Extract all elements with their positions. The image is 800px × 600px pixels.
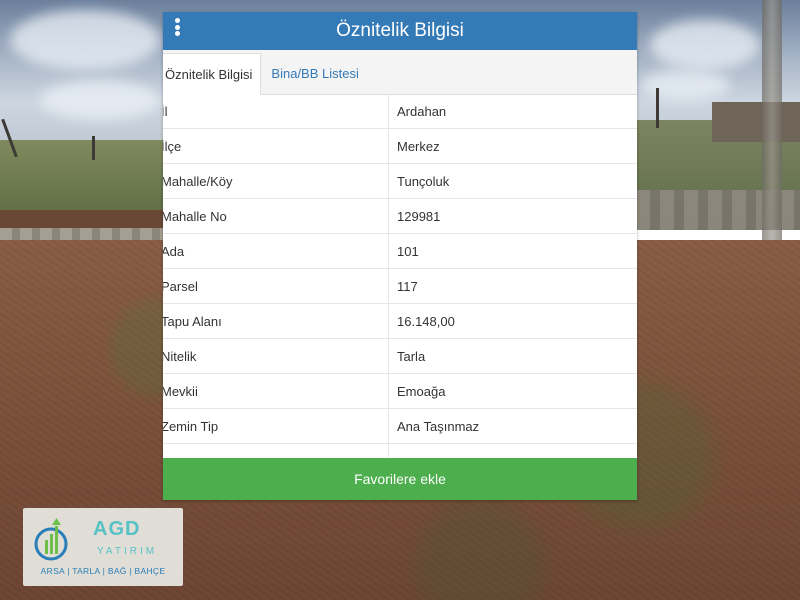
- hill-left: [0, 140, 170, 220]
- kebab-menu-icon[interactable]: [169, 16, 185, 38]
- cloud: [640, 70, 730, 100]
- add-to-favorites-button[interactable]: Favorilere ekle: [163, 458, 637, 500]
- company-logo: AGD YATIRIM ARSA | TARLA | BAĞ | BAHÇE: [23, 508, 183, 586]
- attribute-value: [389, 444, 637, 458]
- table-row: Nitelik Tarla: [163, 339, 637, 374]
- attribute-panel: Öznitelik Bilgisi Öznitelik Bilgisi Bina…: [163, 12, 637, 500]
- table-row: Mahalle/Köy Tunçoluk: [163, 164, 637, 199]
- power-pole: [656, 88, 659, 128]
- tab-building-list[interactable]: Bina/BB Listesi: [261, 52, 366, 94]
- attribute-key: İl: [163, 94, 389, 128]
- attribute-value: Ardahan: [397, 103, 447, 119]
- logo-subtitle: YATIRIM: [97, 546, 158, 557]
- table-row: Tapu Alanı 16.148,00: [163, 304, 637, 339]
- panel-title: Öznitelik Bilgisi: [336, 20, 464, 41]
- table-row: Zemin Tip Ana Taşınmaz: [163, 409, 637, 444]
- attribute-value: 117: [397, 278, 418, 294]
- cloud: [650, 20, 760, 70]
- table-row: İl Ardahan: [163, 94, 637, 129]
- table-row: Mahalle No 129981: [163, 199, 637, 234]
- tab-attribute-info[interactable]: Öznitelik Bilgisi: [163, 53, 262, 95]
- attribute-key: Parsel: [163, 269, 389, 303]
- power-pole: [92, 136, 95, 160]
- table-row: [163, 444, 637, 458]
- attribute-key: Nitelik: [163, 339, 389, 373]
- attribute-key: Mahalle No: [163, 199, 389, 233]
- attribute-value: Tunçoluk: [397, 173, 450, 189]
- attribute-key: Ada: [163, 234, 389, 268]
- attribute-key: [163, 444, 389, 458]
- tab-bar: Öznitelik Bilgisi Bina/BB Listesi: [163, 50, 637, 95]
- attribute-value: 129981: [397, 208, 441, 224]
- soil-bank: [0, 210, 170, 230]
- attribute-value: 101: [397, 243, 419, 259]
- house: [712, 102, 800, 142]
- table-row: Parsel 117: [163, 269, 637, 304]
- attribute-key: İlçe: [163, 129, 389, 163]
- attribute-key: Tapu Alanı: [163, 304, 389, 338]
- cloud: [40, 80, 160, 120]
- logo-tagline: ARSA | TARLA | BAĞ | BAHÇE: [40, 566, 166, 576]
- cloud: [10, 10, 160, 70]
- table-row: Ada 101: [163, 234, 637, 269]
- attribute-key: Zemin Tip: [163, 409, 389, 443]
- attribute-value: Tarla: [397, 348, 426, 364]
- attribute-key: Mevkii: [163, 374, 389, 408]
- table-row: Mevkii Emoağa: [163, 374, 637, 409]
- growth-chart-icon: [34, 518, 68, 561]
- attribute-key: Mahalle/Köy: [163, 164, 389, 198]
- attribute-value: Emoağa: [397, 383, 446, 399]
- panel-header: Öznitelik Bilgisi: [163, 12, 637, 50]
- attribute-value: Merkez: [397, 138, 440, 154]
- logo-name: AGD: [93, 518, 141, 540]
- attribute-value: Ana Taşınmaz: [397, 418, 480, 434]
- attribute-table: İl Ardahan İlçe Merkez Mahalle/Köy Tunço…: [163, 94, 637, 458]
- attribute-value: 16.148,00: [397, 313, 455, 329]
- tree: [762, 0, 782, 240]
- table-row: İlçe Merkez: [163, 129, 637, 164]
